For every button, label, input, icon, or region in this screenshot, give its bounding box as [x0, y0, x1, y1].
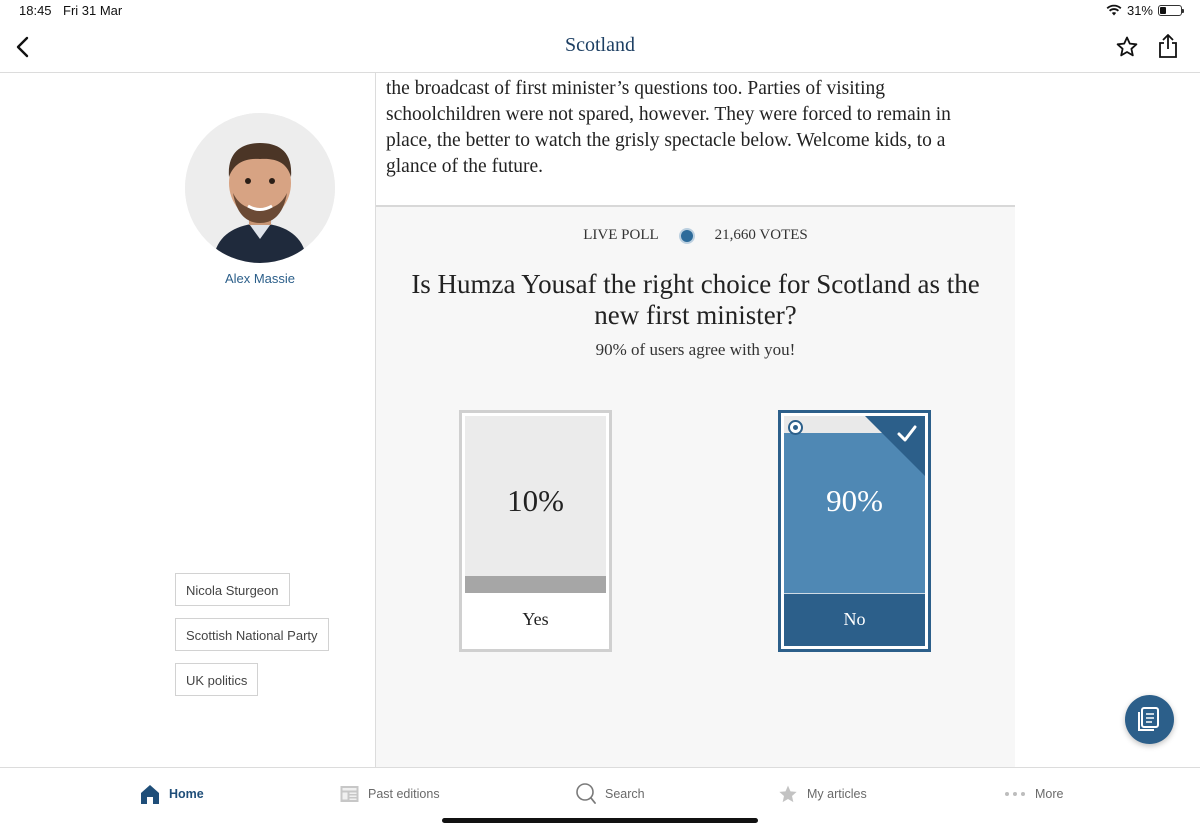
- live-dot-icon: [680, 229, 693, 242]
- tab-label: More: [1035, 787, 1064, 801]
- battery-percent: 31%: [1126, 2, 1153, 18]
- article-body: the broadcast of first minister’s questi…: [386, 76, 996, 180]
- battery-icon: [1158, 4, 1184, 16]
- more-dots-icon: [1005, 792, 1025, 796]
- option-label: Yes: [522, 609, 549, 629]
- article-list-icon: [1138, 707, 1159, 731]
- check-icon: [897, 425, 917, 442]
- option-percent: 10%: [507, 483, 564, 518]
- tab-label: Home: [169, 787, 204, 801]
- live-poll: LIVE POLL 21,660 VOTES Is Humza Yousaf t…: [376, 205, 1015, 769]
- wifi-icon: [1106, 4, 1122, 16]
- tab-search[interactable]: Search: [576, 780, 645, 808]
- status-time: 18:45: [19, 3, 52, 18]
- tab-label: Past editions: [368, 787, 440, 801]
- author-name-link[interactable]: Alex Massie: [160, 271, 360, 286]
- share-icon[interactable]: [1157, 33, 1179, 59]
- back-chevron-icon[interactable]: [12, 35, 34, 59]
- search-icon: [576, 783, 596, 804]
- tag-uk-politics[interactable]: UK politics: [175, 663, 259, 696]
- poll-label: LIVE POLL: [583, 227, 659, 243]
- option-percent: 90%: [826, 483, 883, 518]
- tab-more[interactable]: More: [1004, 780, 1063, 808]
- author-avatar[interactable]: [185, 113, 335, 263]
- poll-votes: 21,660 VOTES: [714, 227, 808, 243]
- poll-agree-text: 90% of users agree with you!: [595, 340, 796, 359]
- tab-home[interactable]: Home: [140, 780, 204, 808]
- bookmark-star-icon[interactable]: [1115, 35, 1139, 59]
- status-date: Fri 31 Mar: [63, 3, 123, 18]
- article-line: place, the better to watch the grisly sp…: [386, 130, 946, 151]
- article-list-button[interactable]: [1125, 695, 1174, 744]
- tab-label: Search: [605, 787, 645, 801]
- poll-option-yes[interactable]: 10% Yes: [459, 410, 612, 652]
- nav-bar: Scotland: [0, 22, 1200, 73]
- poll-header: LIVE POLL 21,660 VOTES: [376, 227, 1015, 244]
- article-line: glance of the future.: [386, 156, 544, 177]
- poll-question: Is Humza Yousaf the right choice for Sco…: [411, 269, 980, 330]
- tag-scottish-national-party[interactable]: Scottish National Party: [175, 618, 329, 651]
- article-line: schoolchildren were not spared, however.…: [386, 104, 951, 125]
- author-portrait: [185, 113, 335, 263]
- poll-option-no[interactable]: 90% No: [778, 410, 931, 652]
- star-icon: [779, 785, 797, 803]
- tag-nicola-sturgeon[interactable]: Nicola Sturgeon: [175, 573, 290, 606]
- radio-selected-icon: [788, 420, 803, 435]
- tab-my-articles[interactable]: My articles: [778, 780, 867, 808]
- page-title: Scotland: [565, 34, 635, 56]
- option-bar: [465, 576, 606, 593]
- home-icon: [141, 785, 159, 804]
- option-label: No: [843, 609, 866, 629]
- article-line: the broadcast of first minister’s questi…: [386, 78, 885, 99]
- home-indicator: [442, 818, 758, 823]
- newspaper-icon: [340, 786, 359, 802]
- status-indicators: 31%: [1106, 2, 1184, 18]
- tab-past-editions[interactable]: Past editions: [340, 780, 440, 808]
- tab-label: My articles: [807, 787, 867, 801]
